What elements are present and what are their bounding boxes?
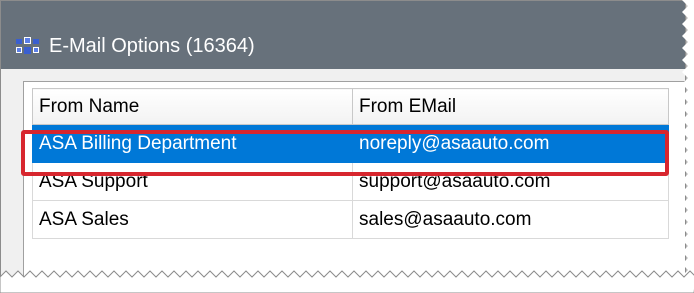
table-header-row: From Name From EMail bbox=[32, 88, 669, 125]
torn-edge-right bbox=[682, 0, 694, 293]
column-header-from-name[interactable]: From Name bbox=[32, 88, 353, 125]
app-grid-icon bbox=[16, 37, 39, 54]
title-bar[interactable]: E-Mail Options (16364) bbox=[1, 1, 685, 69]
from-name-cell[interactable]: ASA Sales bbox=[32, 200, 353, 239]
from-name-cell[interactable]: ASA Support bbox=[32, 162, 353, 201]
from-email-cell[interactable]: sales@asaauto.com bbox=[352, 200, 669, 239]
column-header-from-email[interactable]: From EMail bbox=[352, 88, 669, 125]
table-row[interactable]: ASA Billing Department noreply@asaauto.c… bbox=[32, 124, 669, 163]
window-title: E-Mail Options (16364) bbox=[49, 35, 255, 57]
torn-edge-bottom bbox=[0, 270, 694, 293]
email-options-window: E-Mail Options (16364) From Name From EM… bbox=[0, 0, 686, 282]
from-email-cell[interactable]: support@asaauto.com bbox=[352, 162, 669, 201]
from-name-cell[interactable]: ASA Billing Department bbox=[32, 124, 353, 163]
email-grid: From Name From EMail ASA Billing Departm… bbox=[23, 81, 685, 281]
email-table: From Name From EMail ASA Billing Departm… bbox=[32, 88, 669, 239]
table-row[interactable]: ASA Sales sales@asaauto.com bbox=[32, 200, 669, 239]
table-row[interactable]: ASA Support support@asaauto.com bbox=[32, 162, 669, 201]
from-email-cell[interactable]: noreply@asaauto.com bbox=[352, 124, 669, 163]
